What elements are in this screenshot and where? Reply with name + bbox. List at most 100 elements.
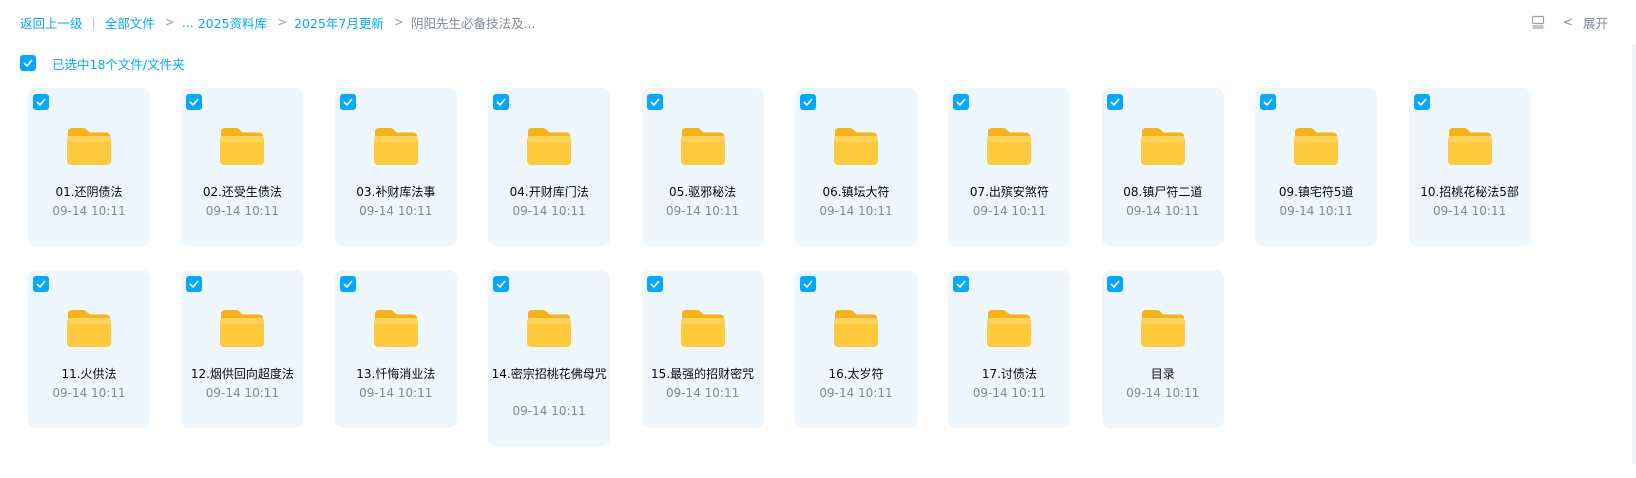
folder-card[interactable]: 04.开财库门法 09-14 10:11 (488, 88, 611, 246)
folder-card[interactable]: 07.出殡安煞符 09-14 10:11 (948, 88, 1071, 246)
folder-card[interactable]: 13.忏悔消业法 09-14 10:11 (334, 270, 457, 428)
item-checkbox[interactable] (186, 276, 203, 292)
folder-icon (834, 128, 878, 165)
item-modified-time: 09-14 10:11 (1432, 204, 1507, 218)
breadcrumb-july-update[interactable]: 2025年7月更新 (294, 13, 384, 32)
check-icon (189, 280, 200, 288)
item-name: 05.驱邪秘法 (669, 185, 737, 199)
breadcrumb-ellipsis[interactable]: ... (182, 15, 194, 30)
folder-icon (987, 310, 1032, 347)
item-name: 07.出殡安煞符 (969, 185, 1049, 199)
item-checkbox[interactable] (339, 94, 356, 110)
check-icon (650, 280, 660, 288)
item-checkbox[interactable] (1106, 94, 1123, 110)
check-icon (956, 280, 967, 288)
folder-icon (987, 128, 1032, 165)
folder-card[interactable]: 02.还受生债法 09-14 10:11 (181, 88, 304, 246)
item-modified-time: 09-14 10:11 (1126, 386, 1200, 400)
check-icon (1263, 98, 1273, 106)
item-checkbox[interactable] (646, 94, 663, 110)
folder-icon (373, 310, 418, 347)
breadcrumb-2025-library[interactable]: 2025资料库 (198, 13, 267, 32)
back-link[interactable]: 返回上一级 (20, 13, 83, 32)
item-modified-time: 09-14 10:11 (52, 204, 126, 218)
item-modified-time: 09-14 10:11 (972, 204, 1047, 218)
check-icon (803, 98, 813, 106)
folder-card[interactable]: 03.补财库法事 09-14 10:11 (334, 88, 457, 246)
item-name: 17.讨债法 (981, 367, 1037, 381)
item-name: 02.还受生债法 (202, 185, 282, 199)
item-name: 16.太岁符 (828, 367, 884, 381)
check-icon (189, 98, 200, 106)
check-icon (496, 280, 506, 288)
item-checkbox[interactable] (1413, 94, 1430, 110)
item-name: 13.忏悔消业法 (356, 367, 436, 381)
chevron-right-icon: > (164, 15, 175, 29)
item-modified-time: 09-14 10:11 (665, 386, 740, 400)
folder-card[interactable]: 11.火供法 09-14 10:11 (28, 270, 150, 428)
item-checkbox[interactable] (186, 94, 203, 110)
expand-button[interactable]: < 展开 (1563, 13, 1608, 32)
item-checkbox[interactable] (33, 94, 49, 110)
folder-icon (680, 128, 725, 165)
selection-count: 已选中18个文件/文件夹 (52, 56, 185, 72)
folder-icon (373, 128, 418, 165)
check-icon (343, 280, 353, 288)
item-checkbox[interactable] (1106, 276, 1123, 292)
item-modified-time: 09-14 10:11 (1126, 204, 1200, 218)
item-checkbox[interactable] (33, 276, 49, 292)
check-icon (343, 98, 353, 106)
folder-icon (680, 310, 725, 347)
breadcrumb-current: 阴阳先生必备技法及... (410, 15, 536, 31)
top-bar: 返回上一级 | 全部文件 > ... 2025资料库 > 2025年7月更新 >… (0, 0, 1636, 44)
item-checkbox[interactable] (800, 94, 816, 110)
check-icon (803, 280, 813, 288)
folder-icon (1294, 128, 1339, 165)
folder-card[interactable]: 目录 09-14 10:11 (1101, 270, 1224, 428)
select-all-checkbox[interactable] (20, 55, 36, 71)
scrollbar[interactable] (1632, 44, 1636, 464)
item-checkbox[interactable] (800, 276, 816, 292)
item-modified-time: 09-14 10:11 (512, 404, 586, 418)
folder-icon (527, 310, 572, 347)
folder-card[interactable]: 12.烟供回向超度法 09-14 10:11 (181, 270, 304, 428)
divider: | (91, 14, 96, 30)
expand-label: 展开 (1582, 15, 1608, 31)
item-modified-time: 09-14 10:11 (665, 204, 740, 218)
item-name: 06.镇坛大符 (822, 185, 890, 199)
item-checkbox[interactable] (646, 276, 663, 292)
item-modified-time: 09-14 10:11 (972, 386, 1047, 400)
folder-icon (220, 128, 265, 165)
item-name: 08.镇尸符二道 (1123, 185, 1203, 199)
list-view-icon[interactable] (1531, 15, 1545, 29)
selection-bar: 已选中18个文件/文件夹 (20, 54, 185, 72)
folder-card[interactable]: 05.驱邪秘法 09-14 10:11 (641, 88, 764, 246)
check-icon (1110, 98, 1120, 106)
folder-icon (834, 310, 878, 347)
folder-card[interactable]: 17.讨债法 09-14 10:11 (948, 270, 1071, 428)
folder-card[interactable]: 15.最强的招财密咒 09-14 10:11 (641, 270, 764, 428)
item-checkbox[interactable] (953, 94, 970, 110)
check-icon (1110, 280, 1120, 288)
item-checkbox[interactable] (1260, 94, 1277, 110)
folder-card[interactable]: 14.密宗招桃花佛母咒 09-14 10:11 (488, 270, 611, 446)
check-icon (36, 280, 46, 288)
item-name: 14.密宗招桃花佛母咒 (491, 367, 607, 381)
item-checkbox[interactable] (493, 276, 510, 292)
folder-icon (67, 310, 111, 347)
item-name: 10.招桃花秘法5部 (1420, 185, 1519, 199)
item-modified-time: 09-14 10:11 (359, 204, 433, 218)
folder-icon (1447, 128, 1492, 165)
folder-card[interactable]: 01.还阴债法 09-14 10:11 (28, 88, 150, 246)
folder-icon (1140, 310, 1185, 347)
folder-card[interactable]: 16.太岁符 09-14 10:11 (795, 270, 917, 428)
item-modified-time: 09-14 10:11 (512, 204, 586, 218)
folder-card[interactable]: 06.镇坛大符 09-14 10:11 (795, 88, 917, 246)
folder-card[interactable]: 10.招桃花秘法5部 09-14 10:11 (1408, 88, 1531, 246)
item-checkbox[interactable] (339, 276, 356, 292)
item-checkbox[interactable] (953, 276, 970, 292)
folder-card[interactable]: 08.镇尸符二道 09-14 10:11 (1101, 88, 1224, 246)
breadcrumb-all-files[interactable]: 全部文件 (105, 13, 155, 32)
folder-card[interactable]: 09.镇宅符5道 09-14 10:11 (1255, 88, 1378, 246)
item-checkbox[interactable] (493, 94, 510, 110)
